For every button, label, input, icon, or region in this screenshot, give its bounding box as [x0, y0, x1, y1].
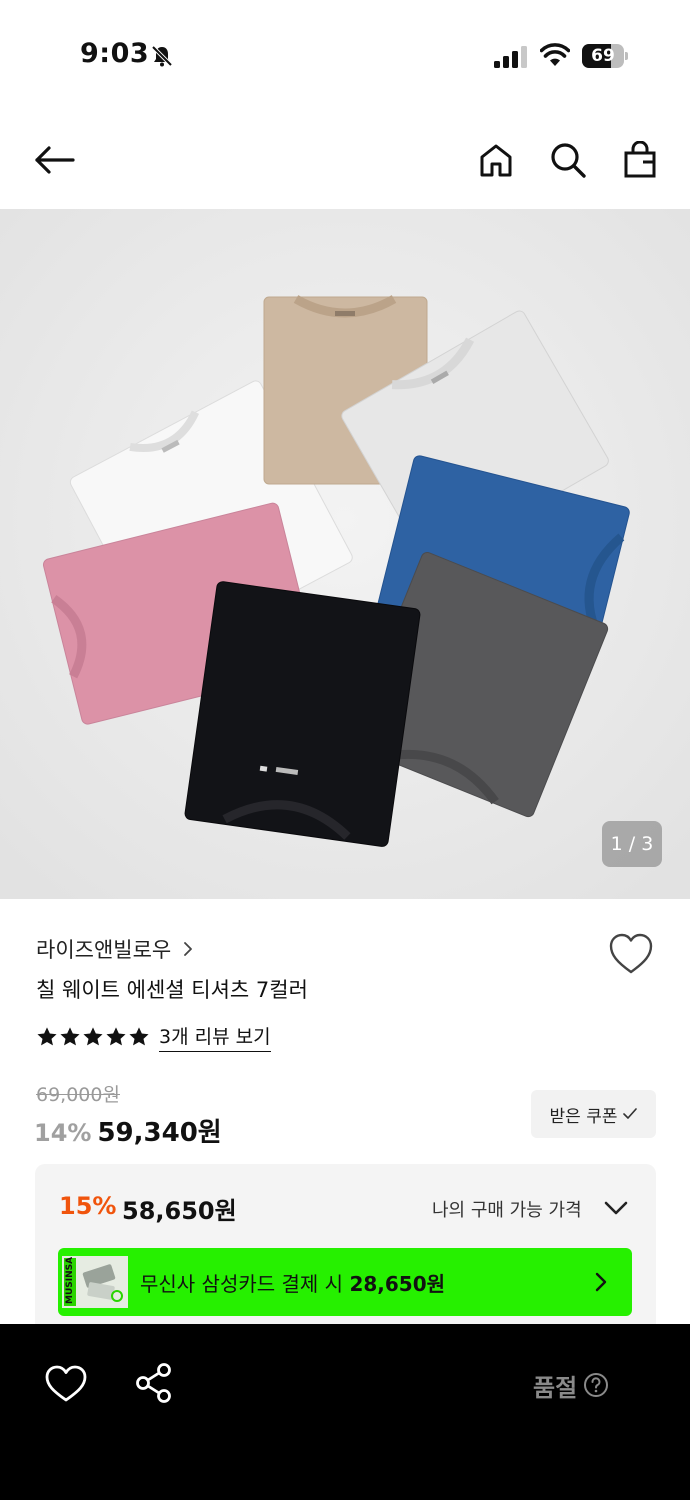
image-counter: 1 / 3 — [602, 821, 662, 867]
star-icon — [83, 1027, 103, 1046]
star-icon — [60, 1027, 80, 1046]
card-promo-text: 무신사 삼성카드 결제 시 28,650원 — [140, 1268, 445, 1297]
card-promo-prefix: 무신사 삼성카드 결제 시 — [140, 1272, 344, 1296]
cellular-signal-icon — [494, 46, 527, 68]
bell-slash-icon — [151, 45, 173, 67]
search-button[interactable] — [544, 136, 592, 184]
review-link[interactable]: 3개 리뷰 보기 — [159, 1022, 271, 1052]
product-photo — [0, 209, 690, 899]
brand-link[interactable]: 라이즈앤빌로우 — [36, 934, 195, 964]
card-promo-banner[interactable]: MUSINSA 무신사 삼성카드 결제 시 28,650원 — [58, 1248, 632, 1316]
card-promo-price: 28,650원 — [349, 1272, 446, 1296]
wifi-icon — [540, 43, 570, 66]
chevron-right-icon — [595, 1272, 607, 1292]
share-button[interactable] — [134, 1362, 174, 1404]
shopping-bag-icon — [624, 141, 656, 178]
rating-stars — [36, 1026, 151, 1048]
home-icon — [480, 144, 512, 177]
battery-indicator: 69 — [582, 44, 628, 68]
sale-price: 59,340원 — [97, 1118, 222, 1148]
status-bar: 9:03 69 — [0, 0, 690, 110]
chevron-right-icon — [184, 942, 193, 956]
star-icon — [129, 1027, 149, 1046]
share-icon — [136, 1363, 171, 1403]
home-button[interactable] — [472, 136, 520, 184]
star-icon — [106, 1027, 126, 1046]
card-image: MUSINSA — [62, 1256, 128, 1308]
brand-name: 라이즈앤빌로우 — [36, 938, 172, 962]
soldout-label: 품절 — [533, 1373, 578, 1402]
heart-outline-icon — [45, 1365, 87, 1402]
product-title: 칠 웨이트 에센셜 티셔츠 7컬러 — [36, 978, 308, 1002]
benefit-price: 58,650원 — [122, 1197, 237, 1225]
black-tshirt — [184, 581, 421, 847]
bottom-wishlist-button[interactable] — [44, 1364, 88, 1404]
product-image-carousel[interactable]: 1 / 3 — [0, 209, 690, 899]
original-price: 69,000원 — [36, 1084, 120, 1106]
status-time: 9:03 — [80, 38, 150, 69]
received-coupon-button[interactable]: 받은 쿠폰 — [531, 1090, 656, 1138]
search-icon — [551, 143, 586, 178]
back-button[interactable] — [30, 136, 78, 184]
price-row: 14% 59,340원 — [34, 1112, 222, 1148]
chevron-down-icon[interactable] — [604, 1200, 628, 1216]
card-brand-text: MUSINSA — [65, 1257, 75, 1304]
question-circle-icon[interactable] — [583, 1372, 609, 1398]
coupon-label: 받은 쿠폰 — [549, 1106, 618, 1127]
my-price-toggle[interactable]: 나의 구매 가능 가격 — [432, 1196, 582, 1222]
rating-row: 3개 리뷰 보기 — [36, 1022, 271, 1052]
check-icon — [623, 1108, 638, 1119]
benefit-discount-rate: 15% — [59, 1192, 117, 1220]
heart-outline-icon — [609, 933, 653, 974]
discount-rate: 14% — [34, 1119, 92, 1147]
bottom-action-bar: 품절 — [0, 1324, 690, 1500]
wishlist-button[interactable] — [607, 932, 655, 976]
arrow-left-icon — [35, 146, 75, 174]
star-icon — [37, 1027, 57, 1046]
battery-percent: 69 — [591, 46, 615, 66]
soldout-status: 품절 — [533, 1368, 609, 1402]
cart-button[interactable] — [616, 136, 664, 184]
top-nav — [0, 120, 690, 200]
